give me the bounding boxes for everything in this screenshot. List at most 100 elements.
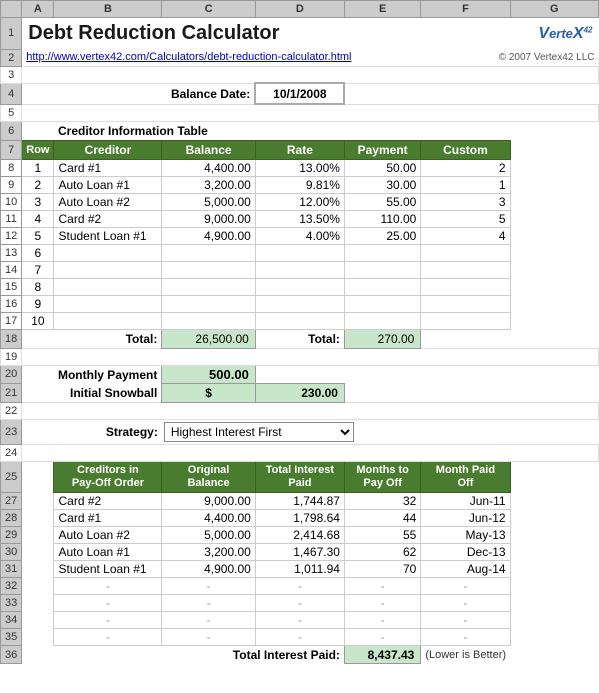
- balance-9[interactable]: [162, 295, 255, 312]
- row-num-17: 17: [1, 312, 22, 329]
- empty-g10: [510, 193, 598, 210]
- result-month-off-7: -: [421, 594, 510, 611]
- balance-7[interactable]: [162, 261, 255, 278]
- row-num-21: 21: [1, 384, 22, 403]
- balance-3[interactable]: 5,000.00: [162, 193, 255, 210]
- creditor-7[interactable]: [54, 261, 162, 278]
- payment-2[interactable]: 30.00: [344, 176, 420, 193]
- payment-10[interactable]: [344, 312, 420, 329]
- rate-1[interactable]: 13.00%: [255, 159, 344, 176]
- strategy-select-cell[interactable]: Highest Interest First Lowest Balance Fi…: [162, 419, 421, 444]
- rate-3[interactable]: 12.00%: [255, 193, 344, 210]
- creditor-2[interactable]: Auto Loan #1: [54, 176, 162, 193]
- rate-2[interactable]: 9.81%: [255, 176, 344, 193]
- empty-row-22: [22, 402, 599, 419]
- empty-g31: [510, 560, 598, 577]
- custom-9[interactable]: [421, 295, 510, 312]
- result-interest-9: -: [255, 628, 344, 645]
- empty-ef4: [344, 83, 598, 104]
- rate-9[interactable]: [255, 295, 344, 312]
- creditor-4[interactable]: Card #2: [54, 210, 162, 227]
- payment-4[interactable]: 110.00: [344, 210, 420, 227]
- col-header-d: D: [255, 1, 344, 18]
- result-creditor-7: -: [54, 594, 162, 611]
- custom-10[interactable]: [421, 312, 510, 329]
- website-link[interactable]: http://www.vertex42.com/Calculators/debt…: [22, 49, 421, 66]
- result-creditor-1: Card #2: [54, 492, 162, 509]
- empty-a23: [22, 419, 54, 444]
- custom-6[interactable]: [421, 244, 510, 261]
- creditor-5[interactable]: Student Loan #1: [54, 227, 162, 244]
- custom-7[interactable]: [421, 261, 510, 278]
- header-custom: Custom: [421, 140, 510, 159]
- row-num-23: 23: [1, 419, 22, 444]
- balance-4[interactable]: 9,000.00: [162, 210, 255, 227]
- header-creditor: Creditor: [54, 140, 162, 159]
- monthly-payment-value[interactable]: 500.00: [162, 365, 255, 384]
- payment-3[interactable]: 55.00: [344, 193, 420, 210]
- balance-5[interactable]: 4,900.00: [162, 227, 255, 244]
- balance-date-value[interactable]: 10/1/2008: [255, 83, 344, 104]
- empty-g27: [510, 492, 598, 509]
- payment-1[interactable]: 50.00: [344, 159, 420, 176]
- balance-8[interactable]: [162, 278, 255, 295]
- rate-4[interactable]: 13.50%: [255, 210, 344, 227]
- rate-8[interactable]: [255, 278, 344, 295]
- total-payment-value: 270.00: [344, 329, 420, 348]
- header-payment: Payment: [344, 140, 420, 159]
- payment-6[interactable]: [344, 244, 420, 261]
- balance-6[interactable]: [162, 244, 255, 261]
- row-num-29: 29: [1, 526, 22, 543]
- initial-snowball-value[interactable]: 230.00: [255, 384, 344, 403]
- empty-a6: [22, 121, 54, 140]
- rate-5[interactable]: 4.00%: [255, 227, 344, 244]
- custom-8[interactable]: [421, 278, 510, 295]
- creditor-8[interactable]: [54, 278, 162, 295]
- creditor-1[interactable]: Card #1: [54, 159, 162, 176]
- website-link-anchor[interactable]: http://www.vertex42.com/Calculators/debt…: [26, 51, 351, 63]
- balance-2[interactable]: 3,200.00: [162, 176, 255, 193]
- row-num-31: 31: [1, 560, 22, 577]
- row-num-19: 19: [1, 348, 22, 365]
- custom-4[interactable]: 5: [421, 210, 510, 227]
- payment-9[interactable]: [344, 295, 420, 312]
- result-creditor-8: -: [54, 611, 162, 628]
- rate-10[interactable]: [255, 312, 344, 329]
- result-month-off-8: -: [421, 611, 510, 628]
- row-num-3: 3: [1, 66, 22, 83]
- custom-3[interactable]: 3: [421, 193, 510, 210]
- empty-a20: [22, 365, 54, 384]
- col-header-b: B: [54, 1, 162, 18]
- custom-1[interactable]: 2: [421, 159, 510, 176]
- col-header-f: F: [421, 1, 510, 18]
- rate-7[interactable]: [255, 261, 344, 278]
- results-header-creditor: Creditors inPay-Off Order: [54, 461, 162, 492]
- col-header-e: E: [344, 1, 420, 18]
- creditor-6[interactable]: [54, 244, 162, 261]
- creditor-10[interactable]: [54, 312, 162, 329]
- custom-2[interactable]: 1: [421, 176, 510, 193]
- creditor-9[interactable]: [54, 295, 162, 312]
- custom-5[interactable]: 4: [421, 227, 510, 244]
- empty-a35: [22, 628, 54, 645]
- empty-a30: [22, 543, 54, 560]
- result-months-9: -: [344, 628, 420, 645]
- row-num-22: 22: [1, 402, 22, 419]
- payment-5[interactable]: 25.00: [344, 227, 420, 244]
- creditor-3[interactable]: Auto Loan #2: [54, 193, 162, 210]
- total-balance-label: Total:: [54, 329, 162, 348]
- result-interest-6: -: [255, 577, 344, 594]
- results-header-interest: Total InterestPaid: [255, 461, 344, 492]
- payment-7[interactable]: [344, 261, 420, 278]
- row-num-36: 36: [1, 645, 22, 664]
- row-num-20: 20: [1, 365, 22, 384]
- row-num-13: 13: [1, 244, 22, 261]
- empty-g28: [510, 509, 598, 526]
- rate-6[interactable]: [255, 244, 344, 261]
- strategy-select[interactable]: Highest Interest First Lowest Balance Fi…: [164, 422, 354, 442]
- result-months-4: 62: [344, 543, 420, 560]
- balance-10[interactable]: [162, 312, 255, 329]
- payment-8[interactable]: [344, 278, 420, 295]
- empty-a27: [22, 492, 54, 509]
- balance-1[interactable]: 4,400.00: [162, 159, 255, 176]
